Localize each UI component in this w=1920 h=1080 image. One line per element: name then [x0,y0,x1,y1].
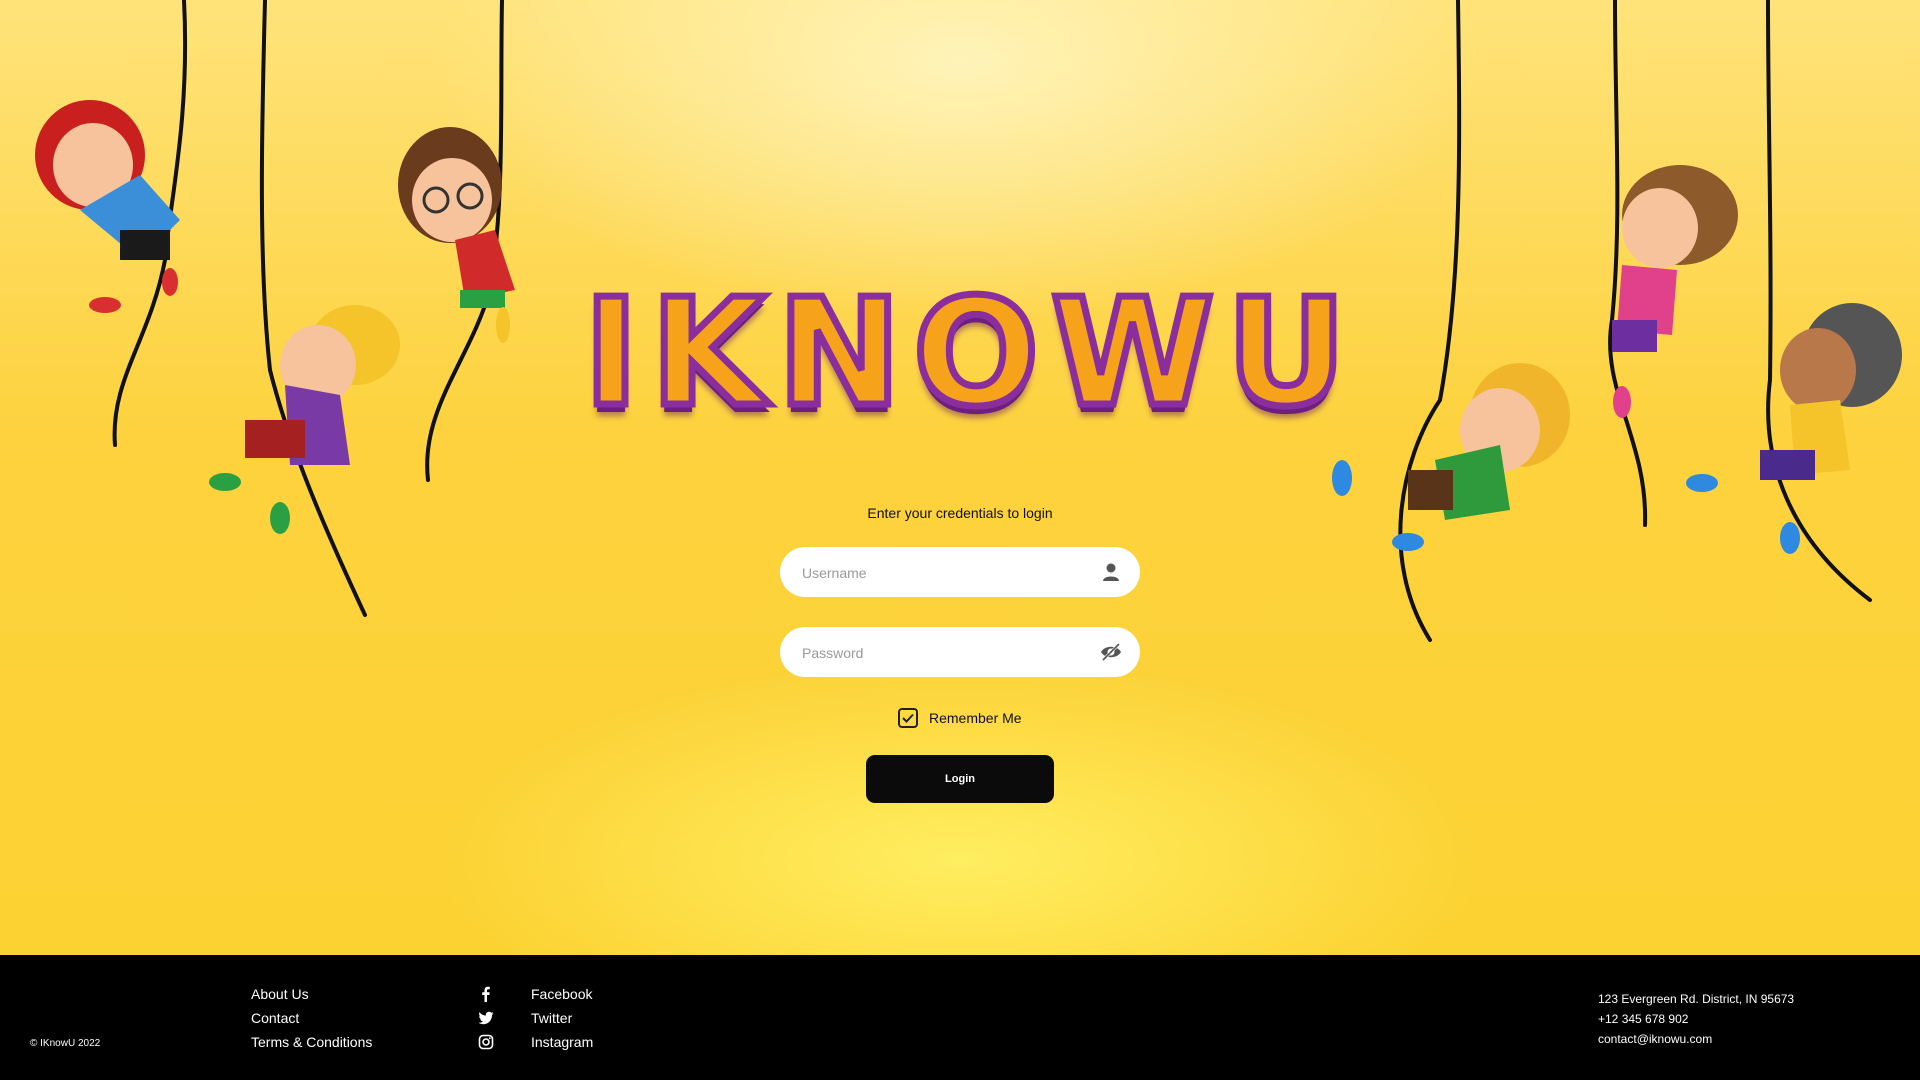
facebook-icon [482,986,490,1002]
password-input[interactable] [800,627,1084,679]
instagram-icon [478,1034,494,1050]
address: 123 Evergreen Rd. District, IN 95673 [1598,992,1795,1006]
terms-link[interactable]: Terms & Conditions [251,1033,372,1057]
email: contact@iknowu.com [1598,1032,1713,1046]
contact-info: 123 Evergreen Rd. District, IN 95673 +12… [1598,989,1794,1049]
contact-link[interactable]: Contact [251,1009,372,1033]
facebook-link[interactable]: Facebook [478,985,593,1009]
remember-checkbox[interactable] [898,708,918,728]
about-us-link[interactable]: About Us [251,985,372,1009]
login-button[interactable]: Login [866,755,1054,803]
logo-text: IKNOWU [515,264,1427,443]
remember-me[interactable]: Remember Me [898,708,1022,728]
copyright: © IKnowU 2022 [30,1038,101,1049]
phone: +12 345 678 902 [1598,1012,1689,1026]
climbing-kids-illustration [35,0,1902,642]
instagram-label: Instagram [531,1034,594,1050]
twitter-icon [478,1011,494,1025]
kid-5 [1612,165,1738,418]
logo: IKNOWU [515,264,1427,443]
check-icon [902,713,914,723]
kid-2 [209,305,400,534]
twitter-label: Twitter [531,1010,573,1026]
user-icon [1103,563,1119,581]
password-field[interactable] [780,627,1140,679]
twitter-link[interactable]: Twitter [478,1009,593,1033]
eye-slash-icon[interactable] [1100,642,1122,662]
hero-background: IKNOWU Enter your credentials to login U… [0,0,1920,955]
username-input[interactable] [800,547,1084,599]
login-prompt: Enter your credentials to login [867,505,1053,521]
footer-links: About Us Contact Terms & Conditions [251,985,372,1057]
instagram-link[interactable]: Instagram [478,1033,593,1057]
remember-label: Remember Me [929,710,1022,726]
username-field[interactable] [780,547,1140,599]
facebook-label: Facebook [531,986,593,1002]
footer: © IKnowU 2022 About Us Contact Terms & C… [0,955,1920,1080]
social-links: Facebook Twitter Instagram [478,985,593,1057]
